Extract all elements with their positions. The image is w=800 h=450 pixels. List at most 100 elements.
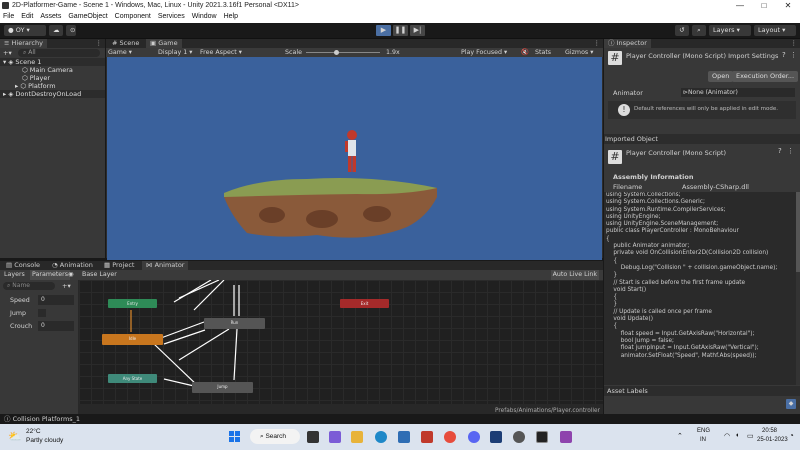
menu-window[interactable]: Window — [192, 11, 217, 23]
menu-gameobject[interactable]: GameObject — [68, 11, 107, 23]
account-button[interactable]: ● OY ▾ — [4, 25, 46, 36]
help-icon[interactable]: ? — [782, 51, 786, 59]
parameter-row-jump[interactable]: Jump — [0, 307, 78, 320]
play-focused-dropdown[interactable]: Play Focused ▾ — [461, 48, 507, 57]
inspector-scrollbar[interactable] — [796, 192, 800, 385]
chrome-icon[interactable] — [444, 431, 456, 443]
animator-node-entry[interactable]: Entry — [108, 299, 157, 308]
menu-help[interactable]: Help — [224, 11, 238, 23]
tab-inspector[interactable]: ⓘ Inspector — [604, 39, 651, 48]
play-button[interactable]: ▶ — [376, 25, 391, 36]
execution-order-button[interactable]: Execution Order... — [732, 71, 799, 82]
gizmos-dropdown[interactable]: Gizmos ▾ — [565, 48, 593, 57]
add-parameter-button[interactable]: +▾ — [62, 282, 71, 290]
parameter-value-input[interactable]: 0 — [38, 321, 74, 331]
file-explorer-icon[interactable] — [351, 431, 363, 443]
office-icon[interactable] — [421, 431, 433, 443]
battery-icon[interactable]: ▭ — [747, 432, 754, 440]
eye-icon[interactable]: ◉ — [68, 270, 74, 280]
kebab-icon[interactable]: ⋮ — [787, 147, 794, 155]
weather-desc[interactable]: Partly cloudy — [26, 437, 63, 444]
unity-taskbar-icon[interactable] — [536, 431, 548, 443]
animator-node-idle[interactable]: Idle — [102, 334, 163, 345]
task-view-icon[interactable] — [307, 431, 319, 443]
parameter-row-crouch[interactable]: Crouch 0 — [0, 320, 78, 333]
parameters-tab-button[interactable]: Parameters — [30, 270, 71, 280]
parameter-checkbox[interactable] — [38, 309, 46, 317]
parameter-row-speed[interactable]: Speed 0 — [0, 294, 78, 307]
hierarchy-search-input[interactable]: ⌕ All — [18, 49, 100, 57]
kebab-icon[interactable]: ⋮ — [790, 51, 797, 59]
hierarchy-item-platform[interactable]: ▸ ⬡ Platform — [0, 82, 105, 90]
close-button[interactable]: ✕ — [776, 0, 800, 11]
discord-icon[interactable] — [468, 431, 480, 443]
scrollbar-thumb[interactable] — [796, 192, 800, 272]
menu-file[interactable]: File — [3, 11, 14, 23]
menu-services[interactable]: Services — [158, 11, 185, 23]
tab-animator[interactable]: ⋈ Animator — [142, 261, 189, 270]
volume-icon[interactable]: ◖ — [735, 432, 739, 439]
wifi-icon[interactable]: ◠ — [724, 432, 730, 440]
notification-icon[interactable]: ◔ — [789, 431, 794, 440]
taskbar-search[interactable]: ⌕ Search — [250, 429, 300, 444]
hierarchy-scene-row[interactable]: ▾ ◈ Scene 1 — [0, 58, 105, 66]
tab-console[interactable]: ▤ Console — [2, 261, 44, 270]
collab-icon[interactable]: ⊙ — [66, 25, 76, 36]
animator-node-run[interactable]: Run — [204, 318, 265, 329]
pause-button[interactable]: ❚❚ — [393, 25, 408, 36]
layers-tab-button[interactable]: Layers — [4, 270, 25, 280]
edge-icon[interactable] — [375, 431, 387, 443]
tab-project[interactable]: ▦ Project — [100, 261, 138, 270]
panel-menu-icon[interactable]: ⋮ — [791, 39, 798, 48]
hierarchy-item-main-camera[interactable]: ⬡ Main Camera — [0, 66, 105, 74]
clock-date[interactable]: 25-01-2023 — [757, 437, 788, 443]
animator-node-jump[interactable]: Jump — [192, 382, 253, 393]
weather-temp[interactable]: 22°C — [26, 428, 41, 435]
animator-object-field[interactable]: ⊳None (Animator) — [681, 88, 795, 97]
menu-edit[interactable]: Edit — [21, 11, 33, 23]
scale-slider-thumb[interactable] — [334, 50, 339, 55]
github-icon[interactable] — [513, 431, 525, 443]
panel-menu-icon[interactable]: ⋮ — [594, 39, 601, 48]
open-button[interactable]: Open — [708, 71, 734, 82]
language-indicator[interactable]: ENG — [697, 428, 710, 434]
windows-start-icon[interactable] — [229, 431, 240, 442]
mute-icon[interactable]: 🔇 — [521, 48, 529, 57]
tag-icon[interactable]: ◆ — [786, 399, 796, 409]
menu-component[interactable]: Component — [115, 11, 151, 23]
layout-dropdown[interactable]: Layout ▾ — [754, 25, 796, 36]
step-button[interactable]: ▶| — [410, 25, 425, 36]
tray-chevron-icon[interactable]: ⌃ — [677, 432, 683, 440]
tab-game[interactable]: ▣ Game — [146, 39, 182, 48]
clock-time[interactable]: 20:58 — [762, 428, 777, 434]
animator-node-any-state[interactable]: Any State — [108, 374, 157, 383]
cloud-icon[interactable]: ☁ — [49, 25, 63, 36]
minimize-button[interactable]: — — [728, 0, 752, 11]
hierarchy-dontdestroy-row[interactable]: ▸ ◈ DontDestroyOnLoad — [0, 90, 105, 98]
add-icon[interactable]: +▾ — [3, 49, 12, 57]
layers-dropdown[interactable]: Layers ▾ — [709, 25, 751, 36]
display-dropdown[interactable]: Display 1 ▾ — [158, 48, 192, 57]
history-icon[interactable]: ↺ — [675, 25, 689, 36]
panel-menu-icon[interactable]: ⋮ — [96, 39, 103, 48]
store-icon[interactable] — [398, 431, 410, 443]
game-mode-dropdown[interactable]: Game ▾ — [108, 48, 132, 57]
tab-animation[interactable]: ◔ Animation — [48, 261, 97, 270]
app-icon[interactable] — [490, 431, 502, 443]
search-icon[interactable]: ⌕ — [692, 25, 706, 36]
tab-scene[interactable]: # Scene — [108, 39, 143, 48]
tab-hierarchy[interactable]: ≡ Hierarchy — [0, 39, 47, 48]
visual-studio-icon[interactable] — [560, 431, 572, 443]
hierarchy-item-player[interactable]: ⬡ Player — [0, 74, 105, 82]
status-message[interactable]: Collision Platforms_1 — [13, 415, 80, 423]
animator-node-exit[interactable]: Exit — [340, 299, 389, 308]
animator-graph[interactable]: Entry Exit Idle Run Any State Jump — [79, 280, 603, 404]
region-indicator[interactable]: IN — [700, 437, 706, 443]
parameter-value-input[interactable]: 0 — [38, 295, 74, 305]
help-icon[interactable]: ? — [778, 147, 782, 155]
stats-button[interactable]: Stats — [535, 48, 551, 57]
menu-assets[interactable]: Assets — [40, 11, 61, 23]
parameter-search-input[interactable]: ⌕ Name — [3, 282, 55, 290]
teams-icon[interactable] — [329, 431, 341, 443]
aspect-dropdown[interactable]: Free Aspect ▾ — [200, 48, 242, 57]
